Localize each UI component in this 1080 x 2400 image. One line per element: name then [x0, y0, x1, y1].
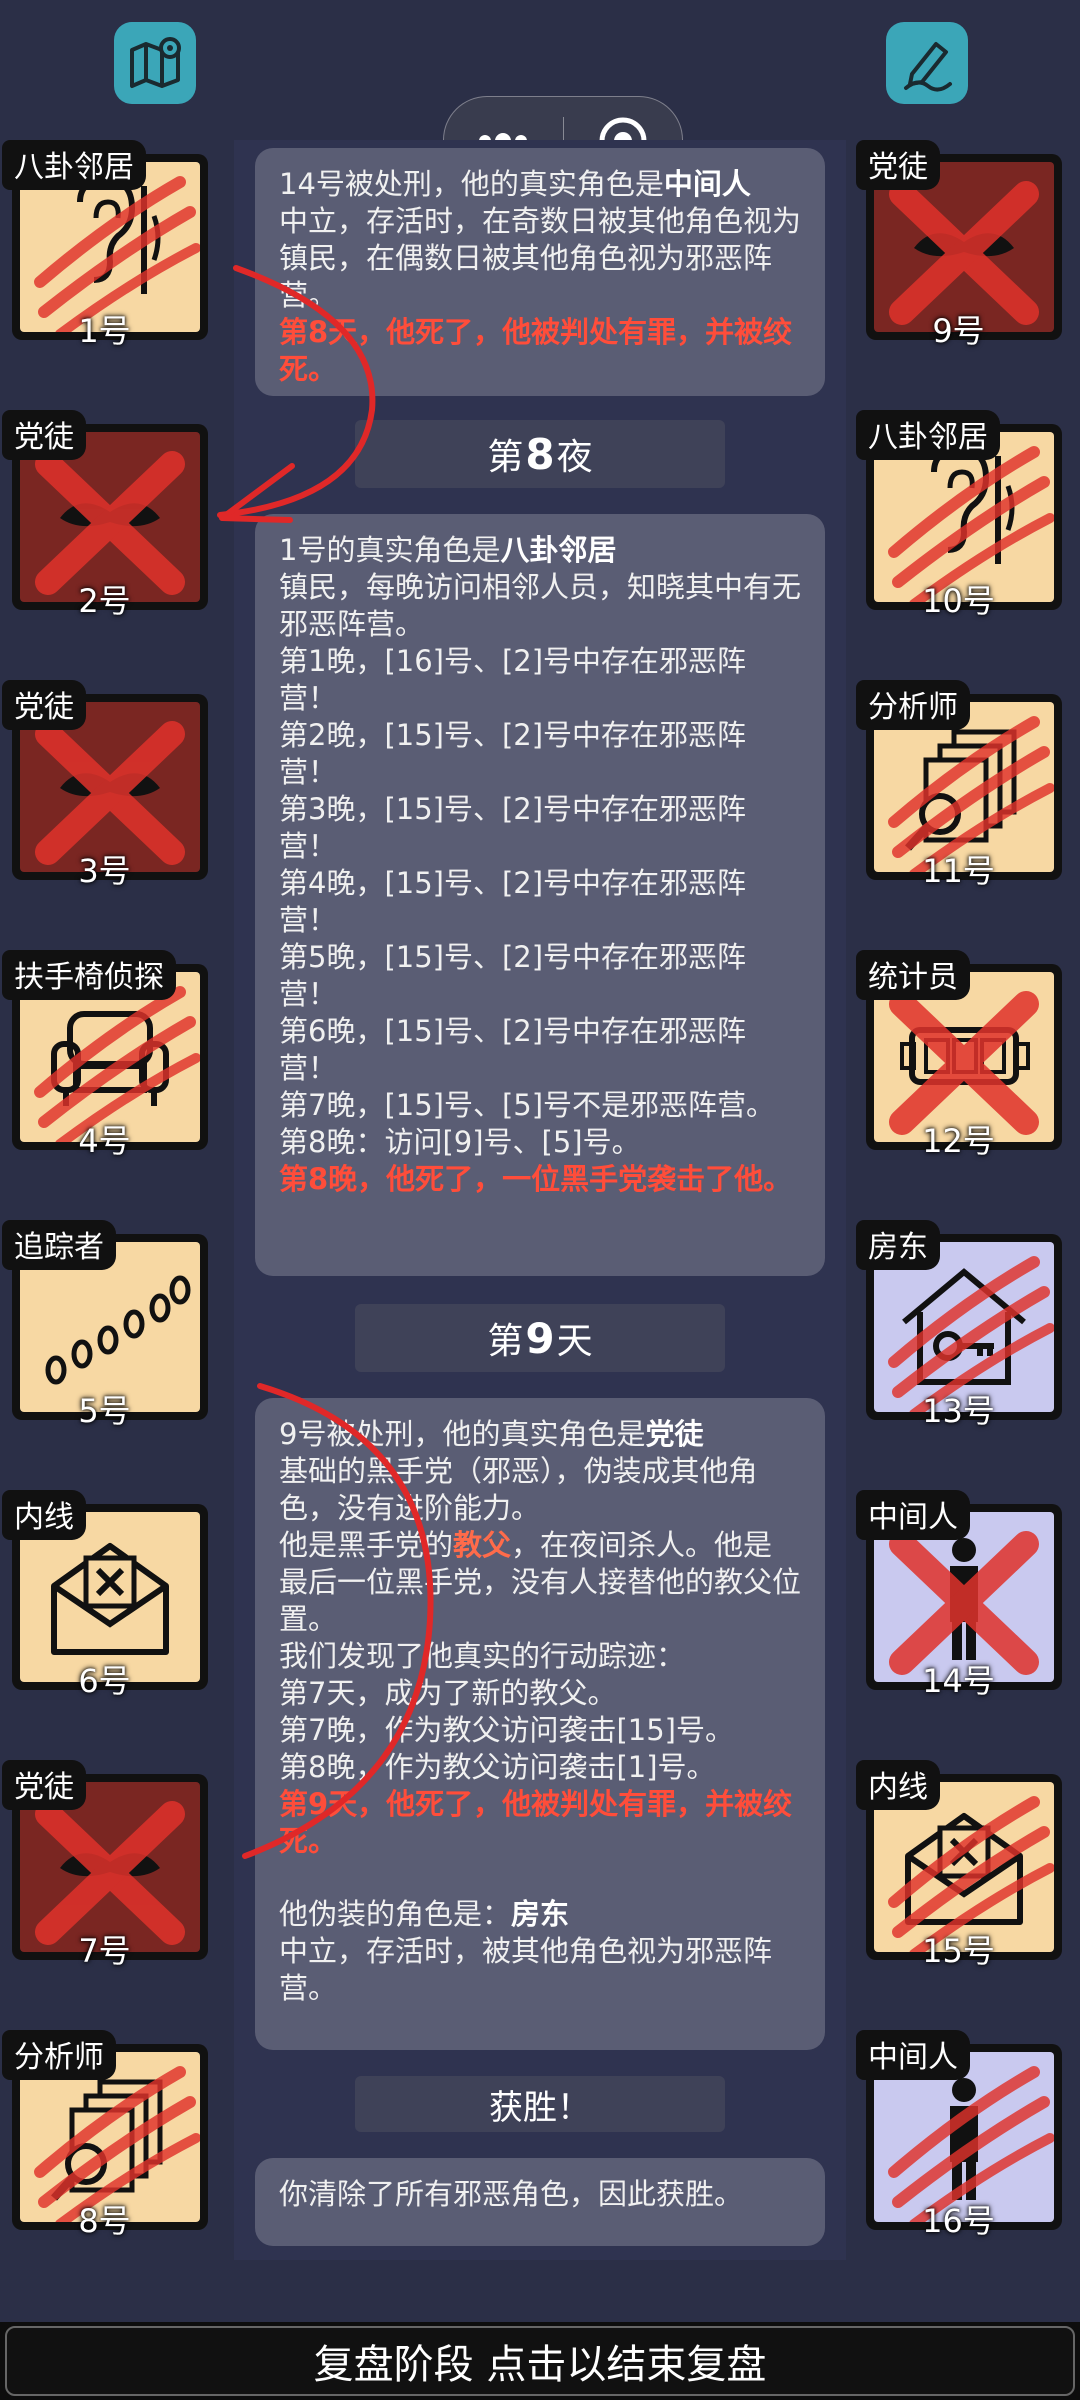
player-role-label: 党徒 [2, 1760, 86, 1810]
player-role-label: 八卦邻居 [2, 140, 146, 190]
player-role-label: 内线 [856, 1760, 940, 1810]
player-number: 11号 [922, 852, 995, 890]
player-role-label: 房东 [856, 1220, 940, 1270]
player-tile[interactable]: 中间人 16号 [856, 2030, 1062, 2240]
player-number: 6号 [78, 1662, 131, 1700]
player-role-label: 党徒 [856, 140, 940, 190]
player-number: 16号 [922, 2202, 995, 2240]
player-role-label: 中间人 [856, 1490, 970, 1540]
player-tile[interactable]: 党徒 2号 [2, 410, 208, 620]
bottom-bar: 复盘阶段 点击以结束复盘 [0, 2322, 1080, 2400]
player-role-label: 追踪者 [2, 1220, 116, 1270]
player-tile[interactable]: 统计员 12号 [856, 950, 1062, 1160]
player-number: 4号 [78, 1122, 131, 1160]
player-role-label: 中间人 [856, 2030, 970, 2080]
player-number: 14号 [922, 1662, 995, 1700]
player-role-label: 分析师 [2, 2030, 116, 2080]
player-tile[interactable]: 内线 6号 [2, 1490, 208, 1700]
player-tile[interactable]: 房东 13号 [856, 1220, 1062, 1430]
player-role-label: 党徒 [2, 410, 86, 460]
player-number: 1号 [78, 312, 131, 350]
player-tile[interactable]: 中间人 14号 [856, 1490, 1062, 1700]
player-number: 7号 [78, 1932, 131, 1970]
player-tile[interactable]: 八卦邻居 1号 [2, 140, 208, 350]
player-role-label: 内线 [2, 1490, 86, 1540]
player-tile[interactable]: 扶手椅侦探 4号 [2, 950, 208, 1160]
player-tile[interactable]: 党徒 7号 [2, 1760, 208, 1970]
player-tile[interactable]: 党徒 3号 [2, 680, 208, 890]
player-number: 15号 [922, 1932, 995, 1970]
player-number: 12号 [922, 1122, 995, 1160]
player-role-label: 党徒 [2, 680, 86, 730]
player-tile[interactable]: 分析师 11号 [856, 680, 1062, 890]
player-number: 2号 [78, 582, 131, 620]
player-role-label: 统计员 [856, 950, 970, 1000]
player-number: 3号 [78, 852, 131, 890]
player-tile[interactable]: 内线 15号 [856, 1760, 1062, 1970]
player-number: 10号 [922, 582, 995, 620]
player-tile[interactable]: 追踪者 5号 [2, 1220, 208, 1430]
player-tile[interactable]: 分析师 8号 [2, 2030, 208, 2240]
player-number: 13号 [922, 1392, 995, 1430]
player-number: 5号 [78, 1392, 131, 1430]
player-tile[interactable]: 八卦邻居 10号 [856, 410, 1062, 620]
player-role-label: 分析师 [856, 680, 970, 730]
end-review-button[interactable]: 复盘阶段 点击以结束复盘 [5, 2326, 1075, 2396]
player-role-label: 扶手椅侦探 [2, 950, 176, 1000]
player-number: 9号 [932, 312, 985, 350]
player-number: 8号 [78, 2202, 131, 2240]
player-tile[interactable]: 党徒 9号 [856, 140, 1062, 350]
player-role-label: 八卦邻居 [856, 410, 1000, 460]
